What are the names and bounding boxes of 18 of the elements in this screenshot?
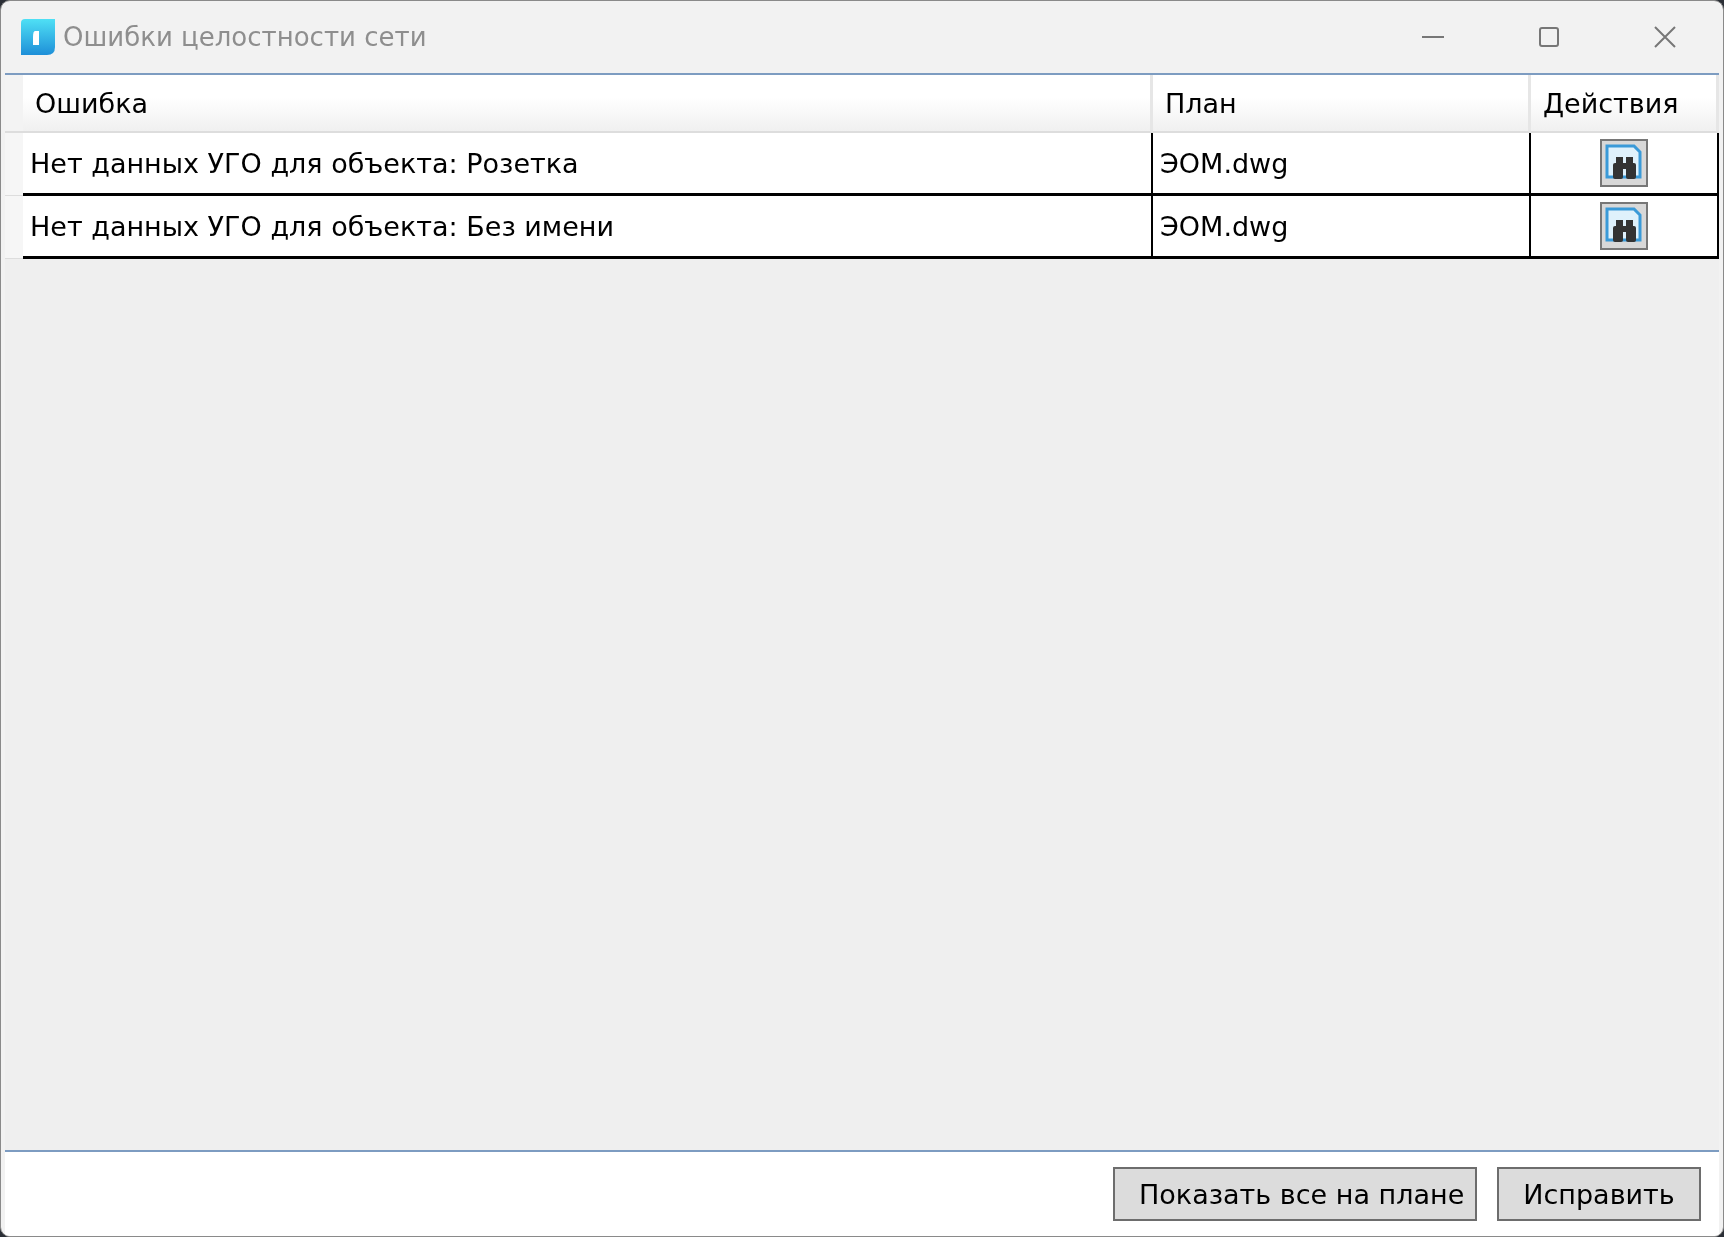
app-logo-icon bbox=[21, 19, 55, 55]
table-cell: Нет данных УГО для объекта: Без имени bbox=[23, 196, 1153, 259]
find-button[interactable] bbox=[1600, 202, 1648, 250]
table-cell: ЭОМ.dwg bbox=[1153, 196, 1531, 259]
column-header[interactable]: План bbox=[1153, 75, 1531, 133]
table-cell: Нет данных УГО для объекта: Розетка bbox=[23, 133, 1153, 196]
row-header[interactable] bbox=[5, 133, 23, 196]
column-header[interactable]: Действия bbox=[1531, 75, 1719, 133]
dialog-button[interactable]: Показать все на плане bbox=[1113, 1167, 1477, 1221]
table-cell: ЭОМ.dwg bbox=[1153, 133, 1531, 196]
close-icon bbox=[1654, 26, 1676, 48]
column-header[interactable]: Ошибка bbox=[23, 75, 1153, 133]
window-title: Ошибки целостности сети bbox=[63, 22, 428, 52]
find-button[interactable] bbox=[1600, 139, 1648, 187]
minimize-icon bbox=[1422, 36, 1444, 38]
dialog-button[interactable]: Исправить bbox=[1497, 1167, 1701, 1221]
row-header[interactable] bbox=[5, 196, 23, 259]
maximize-icon bbox=[1539, 27, 1559, 47]
